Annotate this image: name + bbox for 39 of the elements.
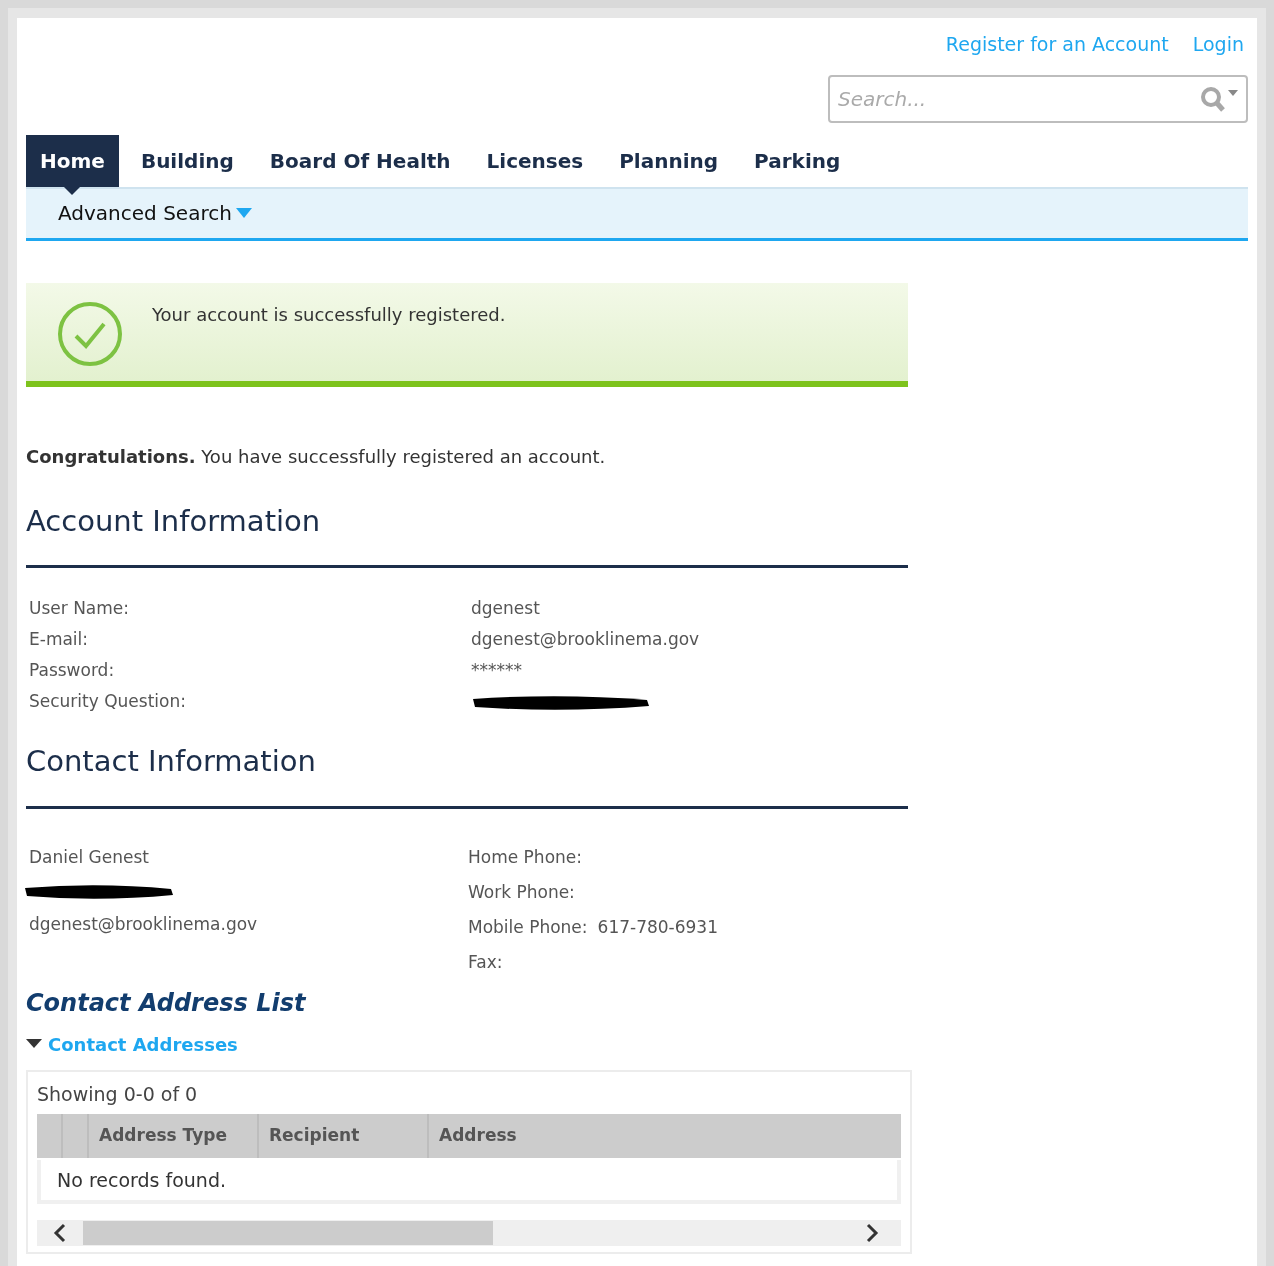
column-header[interactable]: Address Type: [99, 1123, 227, 1149]
field-value: dgenest@brooklinema.gov: [471, 628, 700, 651]
column-header[interactable]: Recipient: [269, 1123, 360, 1149]
column-header[interactable]: Address: [439, 1123, 517, 1149]
nav-tab[interactable]: Home: [26, 134, 119, 187]
field-label: Home Phone:: [468, 845, 582, 866]
check-circle-icon: [56, 299, 124, 368]
nav-tab[interactable]: Board Of Health: [255, 134, 465, 187]
section-title: Contact Information: [26, 740, 908, 809]
success-message: Your account is successfully registered.: [152, 302, 506, 327]
nav-tab[interactable]: Licenses: [472, 134, 598, 187]
nav-tab[interactable]: Building: [126, 134, 248, 187]
record-count: Showing 0-0 of 0: [37, 1081, 199, 1107]
field-label: Mobile Phone:: [468, 915, 588, 936]
list-title: Contact Address List: [26, 987, 307, 1019]
advanced-search-button[interactable]: Advanced Search: [58, 198, 252, 228]
scroll-right-icon[interactable]: [865, 1223, 879, 1243]
scroll-left-icon[interactable]: [53, 1223, 67, 1243]
field-value: 617-780-6931: [597, 915, 718, 936]
field-label: Fax:: [468, 950, 503, 971]
field-value: ******: [471, 659, 522, 682]
nav-tab[interactable]: Parking: [740, 134, 855, 187]
field-label: E-mail:: [29, 628, 90, 651]
intro-text: Congratulations. You have successfully registered an account.: [26, 444, 607, 469]
nav-tab[interactable]: Planning: [605, 134, 733, 187]
field-label: Password:: [29, 659, 116, 682]
field-label: Work Phone:: [468, 880, 575, 901]
contact-name: Daniel Genest: [29, 845, 150, 869]
empty-message: No records found.: [57, 1167, 226, 1193]
caret-icon: [235, 208, 252, 218]
field-label: Security Question:: [29, 690, 187, 713]
search-field[interactable]: Search...: [828, 74, 1248, 123]
contact-email: dgenest@brooklinema.gov: [29, 913, 259, 936]
horizontal-scrollbar[interactable]: [37, 1220, 901, 1246]
field-label: User Name:: [29, 597, 131, 620]
scrollbar-thumb[interactable]: [83, 1221, 493, 1245]
section-title: Account Information: [26, 499, 908, 568]
field-value: dgenest: [471, 597, 540, 620]
search-icon[interactable]: [1200, 84, 1240, 113]
